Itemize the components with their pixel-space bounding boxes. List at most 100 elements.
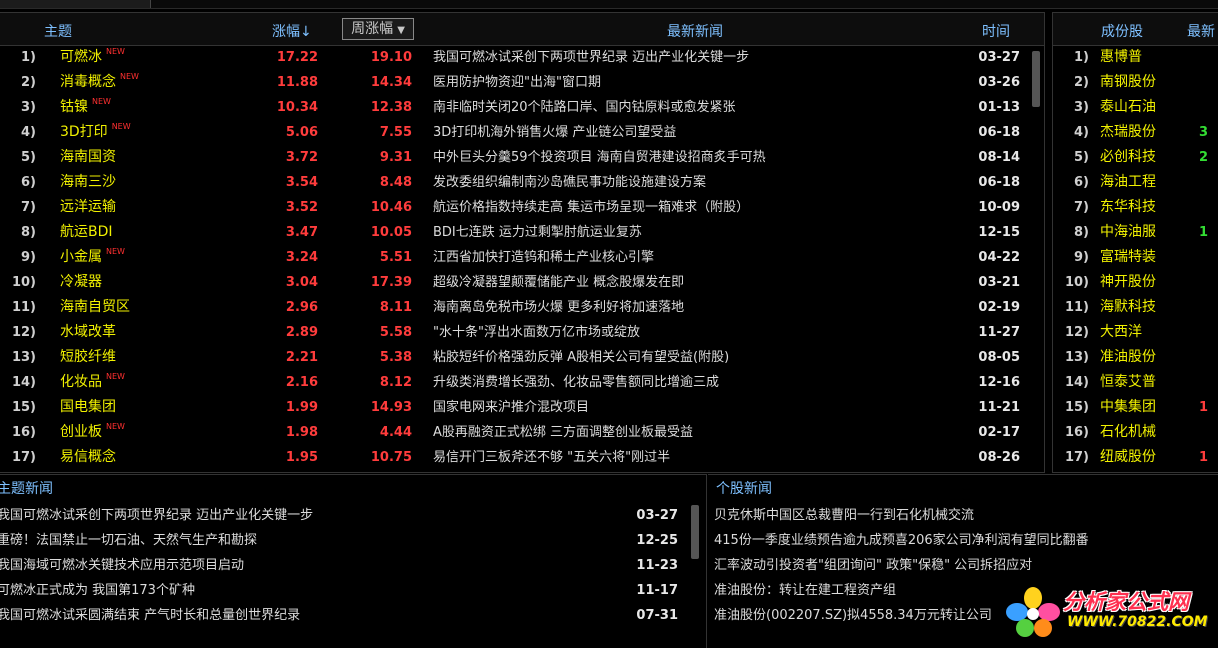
constituent-row[interactable]: 6) 海油工程 [1053, 170, 1218, 195]
latest-news-link[interactable]: 南非临时关闭20个陆路口岸、国内钴原料或愈发紧张 [433, 95, 736, 120]
topic-name[interactable]: 海南自贸区 [60, 295, 130, 320]
latest-news-link[interactable]: 超级冷凝器望颠覆储能产业 概念股爆发在即 [433, 270, 684, 295]
topic-news-text[interactable]: 重磅！法国禁止一切石油、天然气生产和勘探 [0, 528, 257, 553]
scroll-thumb[interactable] [1032, 51, 1040, 107]
latest-news-link[interactable]: A股再融资正式松绑 三方面调整创业板最受益 [433, 420, 693, 445]
table-row[interactable]: 9) 小金属 NEW 3.24 5.51 江西省加快打造钨和稀土产业核心引擎 04-22 [0, 245, 1044, 270]
topic-news-text[interactable]: 可燃冰正式成为 我国第173个矿种 [0, 578, 195, 603]
table-row[interactable]: 4) 3D打印 NEW 5.06 7.55 3D打印机海外销售火爆 产业链公司望受益 06-… [0, 120, 1044, 145]
table-row[interactable]: 6) 海南三沙 3.54 8.48 发改委组织编制南沙岛礁民事功能设施建设方案 06-18 [0, 170, 1044, 195]
table-row[interactable]: 11) 海南自贸区 2.96 8.11 海南离岛免税市场火爆 更多利好将加速落地 02-1… [0, 295, 1044, 320]
topic-name[interactable]: 消毒概念 NEW [60, 70, 139, 95]
table-row[interactable]: 8) 航运BDI 3.47 10.05 BDI七连跌 运力过剩掣肘航运业复苏 12-15 [0, 220, 1044, 245]
topic-name[interactable]: 国电集团 [60, 395, 116, 420]
stock-name[interactable]: 惠博普 [1100, 45, 1142, 70]
table-row[interactable]: 1) 可燃冰 NEW 17.22 19.10 我国可燃冰试采创下两项世界纪录 迈出产业化关… [0, 45, 1044, 70]
table-row[interactable]: 17) 易信概念 1.95 10.75 易信开门三板斧还不够 "五关六将"刚过半 08-2… [0, 445, 1044, 470]
constituent-row[interactable]: 15) 中集集团 1 [1053, 395, 1218, 420]
stock-name[interactable]: 海油工程 [1100, 170, 1156, 195]
constituent-row[interactable]: 2) 南钢股份 [1053, 70, 1218, 95]
latest-news-link[interactable]: 升级类消费增长强劲、化妆品零售额同比增逾三成 [433, 370, 719, 395]
latest-news-link[interactable]: 国家电网来沪推介混改项目 [433, 395, 589, 420]
table-row[interactable]: 2) 消毒概念 NEW 11.88 14.34 医用防护物资迎"出海"窗口期 03-26 [0, 70, 1044, 95]
latest-news-link[interactable]: 江西省加快打造钨和稀土产业核心引擎 [433, 245, 654, 270]
stock-name[interactable]: 泰山石油 [1100, 95, 1156, 120]
stock-name[interactable]: 纽威股份 [1100, 445, 1156, 470]
topic-news-text[interactable]: 我国海域可燃冰关键技术应用示范项目启动 [0, 553, 244, 578]
table-row[interactable]: 7) 远洋运输 3.52 10.46 航运价格指数持续走高 集运市场呈现一箱难求（附股）… [0, 195, 1044, 220]
header-change-sort[interactable]: 涨幅↓ [272, 21, 312, 41]
topic-name[interactable]: 海南国资 [60, 145, 116, 170]
header-latest[interactable]: 最新 [1187, 21, 1215, 41]
topic-name[interactable]: 海南三沙 [60, 170, 116, 195]
stock-name[interactable]: 恒泰艾普 [1100, 370, 1156, 395]
table-row[interactable]: 15) 国电集团 1.99 14.93 国家电网来沪推介混改项目 11-21 [0, 395, 1044, 420]
topic-name[interactable]: 易信概念 [60, 445, 116, 470]
constituent-row[interactable]: 11) 海默科技 [1053, 295, 1218, 320]
stock-name[interactable]: 中集集团 [1100, 395, 1156, 420]
constituent-row[interactable]: 16) 石化机械 [1053, 420, 1218, 445]
table-row[interactable]: 12) 水域改革 2.89 5.58 "水十条"浮出水面数万亿市场或绽放 11-27 [0, 320, 1044, 345]
week-change-dropdown[interactable]: 周涨幅 ▼ [342, 18, 414, 40]
table-row[interactable]: 13) 短胶纤维 2.21 5.38 粘胶短纤价格强劲反弹 A股相关公司有望受益(附股)… [0, 345, 1044, 370]
topic-name[interactable]: 远洋运输 [60, 195, 116, 220]
stock-name[interactable]: 准油股份 [1100, 345, 1156, 370]
topic-name[interactable]: 化妆品 NEW [60, 370, 125, 395]
header-time[interactable]: 时间 [982, 21, 1010, 41]
stock-name[interactable]: 南钢股份 [1100, 70, 1156, 95]
stock-news-item[interactable]: 贝克休斯中国区总裁曹阳一行到石化机械交流 [714, 503, 1089, 528]
topic-news-scrollbar[interactable] [690, 505, 700, 645]
constituent-row[interactable]: 7) 东华科技 [1053, 195, 1218, 220]
topic-name[interactable]: 3D打印 NEW [60, 120, 131, 145]
stock-name[interactable]: 石化机械 [1100, 420, 1156, 445]
stock-name[interactable]: 杰瑞股份 [1100, 120, 1156, 145]
stock-name[interactable]: 大西洋 [1100, 320, 1142, 345]
topic-name[interactable]: 创业板 NEW [60, 420, 125, 445]
topic-news-text[interactable]: 我国可燃冰试采创下两项世界纪录 迈出产业化关键一步 [0, 503, 313, 528]
header-topic[interactable]: 主题 [44, 21, 72, 41]
latest-news-link[interactable]: 医用防护物资迎"出海"窗口期 [433, 70, 601, 95]
header-constituents[interactable]: 成份股 [1101, 21, 1143, 41]
table-row[interactable]: 16) 创业板 NEW 1.98 4.44 A股再融资正式松绑 三方面调整创业板最受益 02… [0, 420, 1044, 445]
table-row[interactable]: 5) 海南国资 3.72 9.31 中外巨头分羹59个投资项目 海南自贸港建设招商炙手可… [0, 145, 1044, 170]
stock-name[interactable]: 必创科技 [1100, 145, 1156, 170]
table-row[interactable]: 3) 钴镍 NEW 10.34 12.38 南非临时关闭20个陆路口岸、国内钴原料或愈发紧… [0, 95, 1044, 120]
latest-news-link[interactable]: 粘胶短纤价格强劲反弹 A股相关公司有望受益(附股) [433, 345, 729, 370]
stock-name[interactable]: 神开股份 [1100, 270, 1156, 295]
topic-name[interactable]: 钴镍 NEW [60, 95, 111, 120]
table-row[interactable]: 10) 冷凝器 3.04 17.39 超级冷凝器望颠覆储能产业 概念股爆发在即 03-21 [0, 270, 1044, 295]
constituent-row[interactable]: 12) 大西洋 [1053, 320, 1218, 345]
latest-news-link[interactable]: 航运价格指数持续走高 集运市场呈现一箱难求（附股） [433, 195, 749, 220]
topic-name[interactable]: 航运BDI [60, 220, 113, 245]
scroll-thumb[interactable] [691, 505, 699, 559]
latest-news-link[interactable]: 3D打印机海外销售火爆 产业链公司望受益 [433, 120, 676, 145]
constituent-row[interactable]: 17) 纽威股份 1 [1053, 445, 1218, 470]
constituent-row[interactable]: 3) 泰山石油 [1053, 95, 1218, 120]
latest-news-link[interactable]: 发改委组织编制南沙岛礁民事功能设施建设方案 [433, 170, 706, 195]
top-tab[interactable] [0, 0, 151, 8]
latest-news-link[interactable]: 中外巨头分羹59个投资项目 海南自贸港建设招商炙手可热 [433, 145, 766, 170]
constituent-row[interactable]: 10) 神开股份 [1053, 270, 1218, 295]
constituent-row[interactable]: 8) 中海油服 1 [1053, 220, 1218, 245]
topic-name[interactable]: 可燃冰 NEW [60, 45, 125, 70]
latest-news-link[interactable]: 易信开门三板斧还不够 "五关六将"刚过半 [433, 445, 670, 470]
topic-name[interactable]: 小金属 NEW [60, 245, 125, 270]
stock-name[interactable]: 东华科技 [1100, 195, 1156, 220]
latest-news-link[interactable]: "水十条"浮出水面数万亿市场或绽放 [433, 320, 640, 345]
constituent-row[interactable]: 1) 惠博普 [1053, 45, 1218, 70]
stock-name[interactable]: 中海油服 [1100, 220, 1156, 245]
stock-name[interactable]: 海默科技 [1100, 295, 1156, 320]
stock-news-item[interactable]: 汇率波动引投资者"组团询问" 政策"保稳" 公司拆招应对 [714, 553, 1089, 578]
table-row[interactable]: 14) 化妆品 NEW 2.16 8.12 升级类消费增长强劲、化妆品零售额同比增逾三成 1… [0, 370, 1044, 395]
topic-name[interactable]: 冷凝器 [60, 270, 102, 295]
topic-name[interactable]: 水域改革 [60, 320, 116, 345]
constituent-row[interactable]: 5) 必创科技 2 [1053, 145, 1218, 170]
topic-news-text[interactable]: 我国可燃冰试采圆满结束 产气时长和总量创世界纪录 [0, 603, 300, 628]
constituent-row[interactable]: 13) 准油股份 [1053, 345, 1218, 370]
latest-news-link[interactable]: BDI七连跌 运力过剩掣肘航运业复苏 [433, 220, 642, 245]
latest-news-link[interactable]: 海南离岛免税市场火爆 更多利好将加速落地 [433, 295, 684, 320]
constituent-row[interactable]: 14) 恒泰艾普 [1053, 370, 1218, 395]
constituent-row[interactable]: 4) 杰瑞股份 3 [1053, 120, 1218, 145]
stock-name[interactable]: 富瑞特装 [1100, 245, 1156, 270]
stock-news-item[interactable]: 415份一季度业绩预告逾九成预喜206家公司净利润有望同比翻番 [714, 528, 1089, 553]
